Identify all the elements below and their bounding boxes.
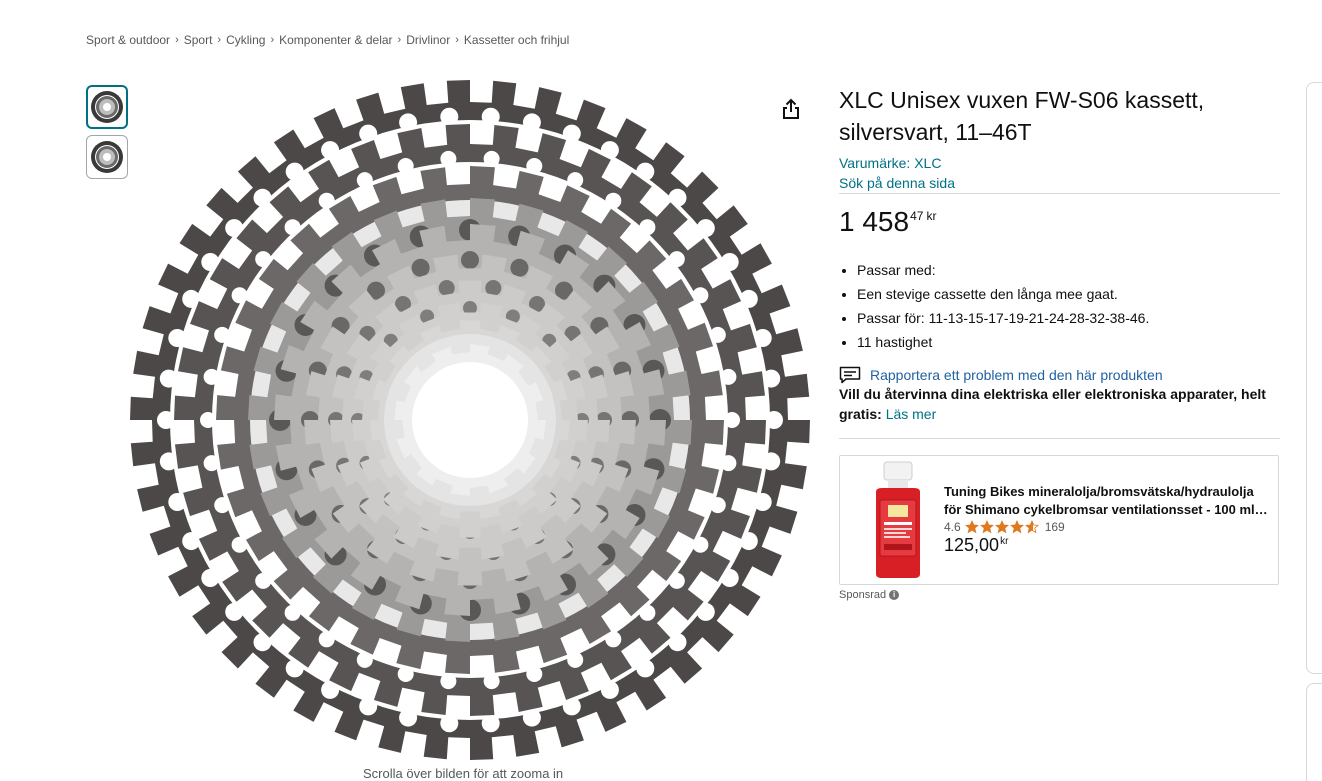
breadcrumb-separator: › xyxy=(175,34,179,46)
breadcrumb-item-drivlinor[interactable]: Drivlinor xyxy=(406,33,450,47)
cassette-thumbnail-image xyxy=(91,91,123,123)
zoom-hint: Scrolla över bilden för att zooma in xyxy=(363,766,564,781)
thumbnail-list xyxy=(86,85,128,185)
sponsored-price: 125,00 kr xyxy=(944,533,1008,557)
star-rating xyxy=(964,520,1041,534)
sponsored-price-currency: kr xyxy=(1000,536,1009,547)
product-info: XLC Unisex vuxen FW-S06 kassett, silvers… xyxy=(839,84,1280,601)
feature-bullets: Passar med: Een stevige cassette den lån… xyxy=(839,258,1280,354)
price-fraction: 47 xyxy=(910,209,924,223)
sponsored-label[interactable]: Sponsrad i xyxy=(839,589,1280,601)
brake-fluid-bottle-image xyxy=(876,461,920,578)
share-icon xyxy=(783,98,799,119)
read-more-link[interactable]: Läs mer xyxy=(886,406,937,422)
breadcrumb-item-cykling[interactable]: Cykling xyxy=(226,33,265,47)
divider xyxy=(839,438,1280,439)
breadcrumb-item-komponenter[interactable]: Komponenter & delar xyxy=(279,33,392,47)
cassette-thumbnail-image xyxy=(91,141,123,173)
breadcrumb: Sport & outdoor › Sport › Cykling › Komp… xyxy=(86,33,569,47)
sponsored-product-title[interactable]: Tuning Bikes mineralolja/bromsvätska/hyd… xyxy=(944,483,1274,519)
rating-value: 4.6 xyxy=(944,520,961,534)
comment-icon xyxy=(839,366,861,384)
feature-bullet: 11 hastighet xyxy=(857,330,1280,354)
thumbnail-1[interactable] xyxy=(86,85,128,129)
buy-box xyxy=(1306,82,1322,674)
sponsored-label-text: Sponsrad xyxy=(839,589,887,601)
search-page-link[interactable]: Sök på denna sida xyxy=(839,173,1280,193)
breadcrumb-separator: › xyxy=(397,34,402,46)
info-icon: i xyxy=(889,590,900,600)
price-currency: kr xyxy=(926,209,937,223)
report-problem-link[interactable]: Rapportera ett problem med den här produ… xyxy=(839,366,1280,384)
sponsored-rating[interactable]: 4.6 169 xyxy=(944,520,1065,534)
main-product-image[interactable] xyxy=(130,80,820,770)
cassette-image xyxy=(130,80,810,760)
breadcrumb-separator: › xyxy=(217,34,222,46)
sponsored-product-card[interactable]: Tuning Bikes mineralolja/bromsvätska/hyd… xyxy=(839,455,1279,585)
brand-link[interactable]: Varumärke: XLC xyxy=(839,153,1280,173)
feature-bullet: Passar för: 11-13-15-17-19-21-24-28-32-3… xyxy=(857,306,1280,330)
recycle-notice: Vill du återvinna dina elektriska eller … xyxy=(839,384,1280,424)
recycle-colon: : xyxy=(877,406,882,422)
share-button[interactable] xyxy=(778,96,804,122)
breadcrumb-separator: › xyxy=(455,34,459,46)
star-icons xyxy=(964,520,1039,534)
secondary-box xyxy=(1306,683,1322,781)
sponsored-price-whole: 125,00 xyxy=(944,535,1000,555)
divider xyxy=(839,193,1280,194)
price-whole: 1 458 xyxy=(839,206,910,237)
report-problem-label: Rapportera ett problem med den här produ… xyxy=(870,367,1163,383)
thumbnail-2[interactable] xyxy=(86,135,128,179)
breadcrumb-item-kassetter[interactable]: Kassetter och frihjul xyxy=(464,33,569,47)
price: 1 458 47 kr xyxy=(839,206,1280,238)
breadcrumb-item-sport-outdoor[interactable]: Sport & outdoor xyxy=(86,33,170,47)
feature-bullet: Passar med: xyxy=(857,258,1280,282)
review-count: 169 xyxy=(1044,520,1065,534)
product-title: XLC Unisex vuxen FW-S06 kassett, silvers… xyxy=(839,87,1205,145)
feature-bullet: Een stevige cassette den långa mee gaat. xyxy=(857,282,1280,306)
breadcrumb-separator: › xyxy=(270,34,275,46)
breadcrumb-item-sport[interactable]: Sport xyxy=(184,33,213,47)
